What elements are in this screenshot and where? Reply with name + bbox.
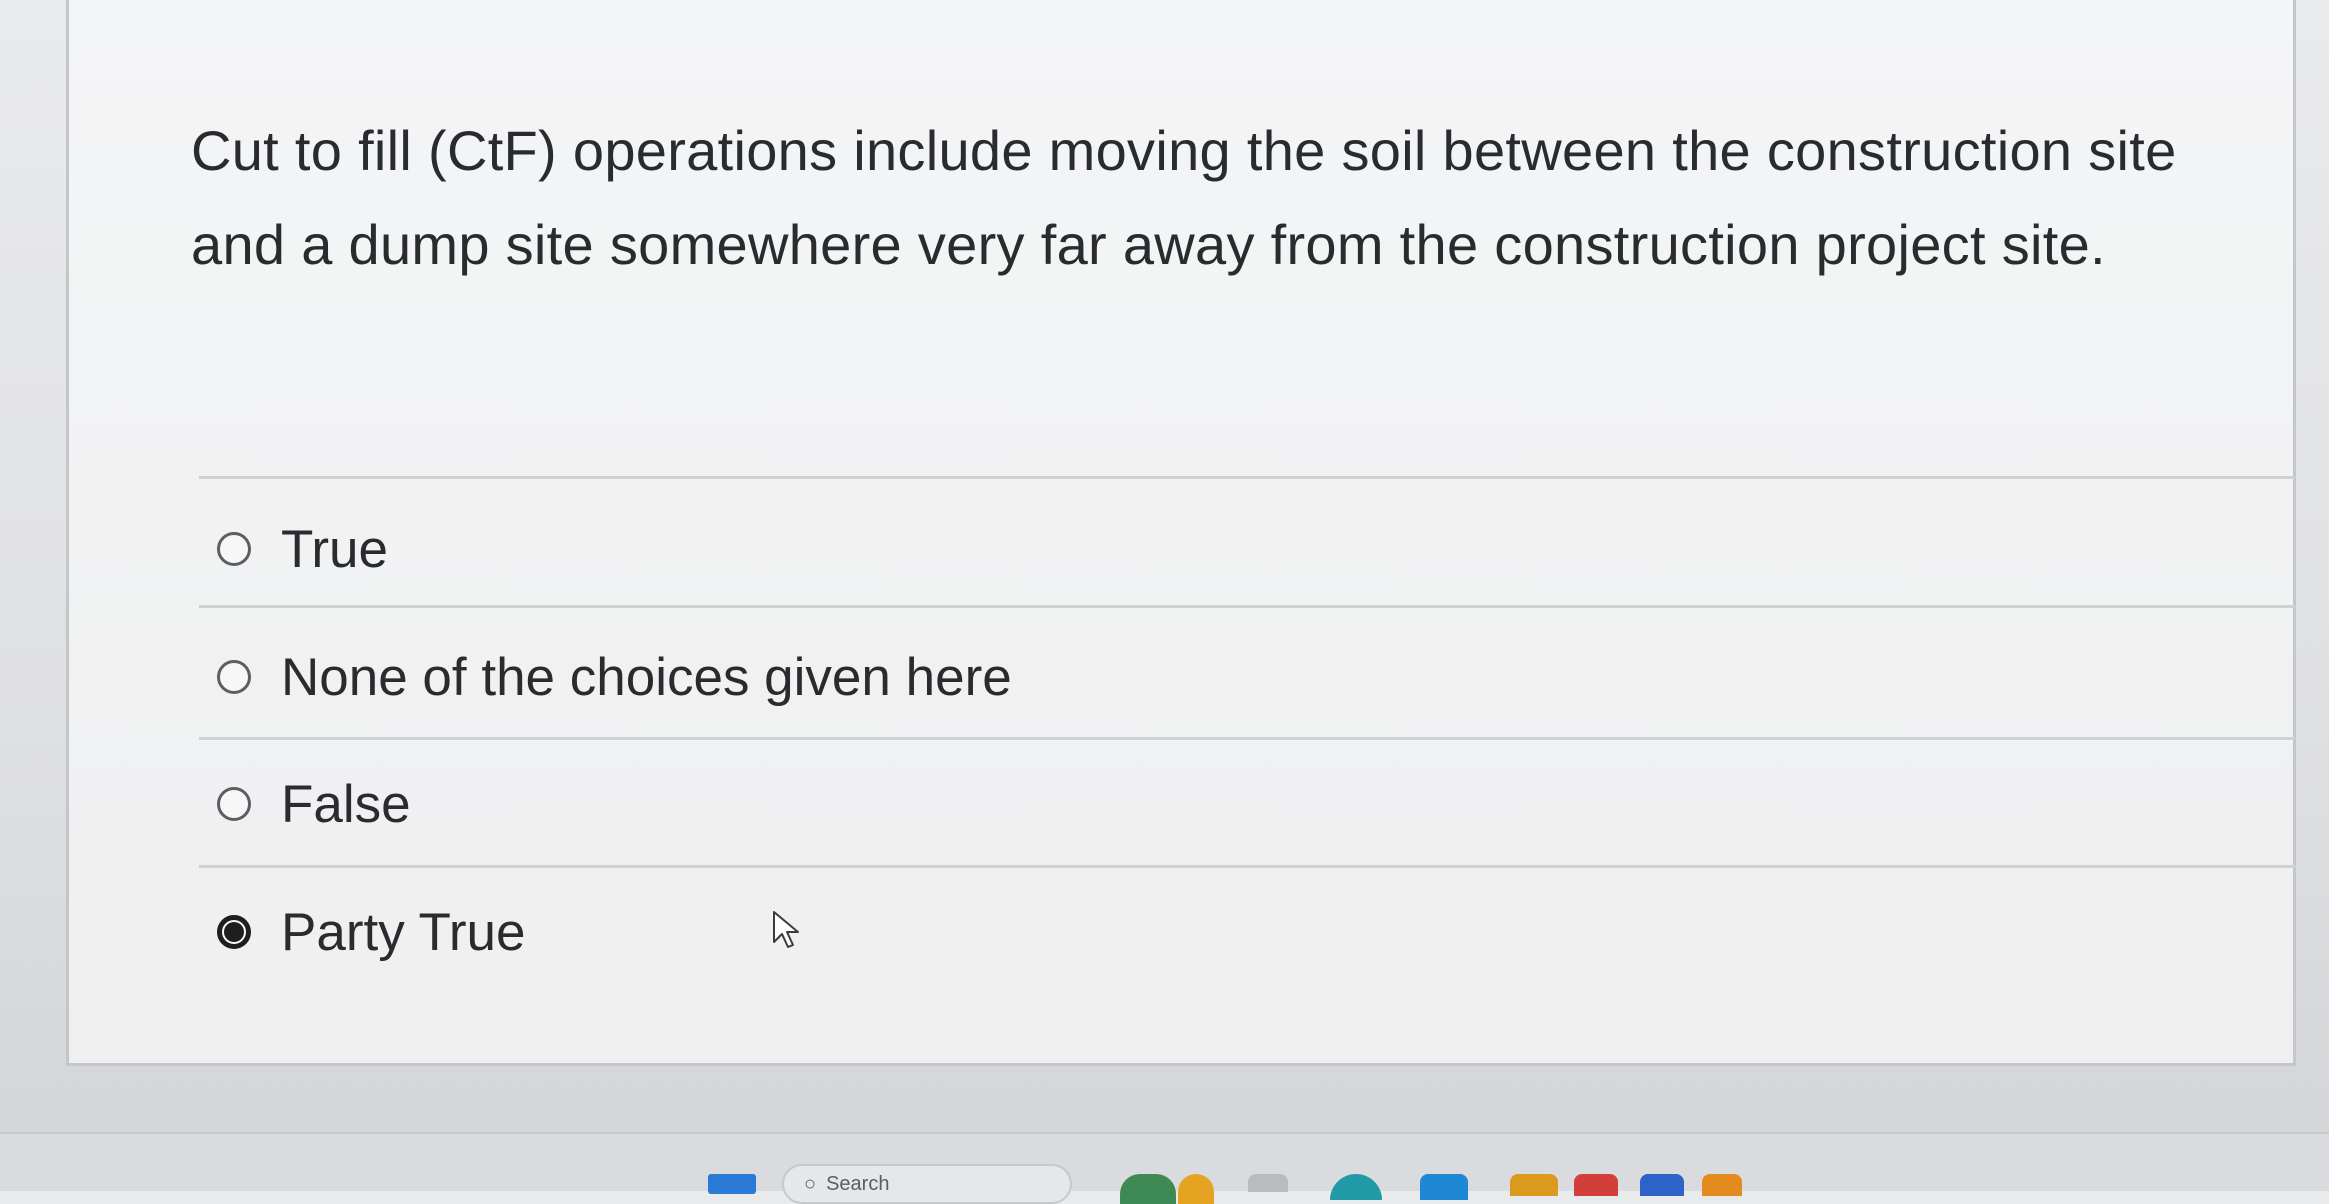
app-icon[interactable] [1120, 1174, 1176, 1204]
option-label: None of the choices given here [281, 647, 1012, 707]
app-icon[interactable] [1248, 1174, 1288, 1192]
file-explorer-icon[interactable] [1510, 1174, 1558, 1196]
app-icon[interactable] [1702, 1174, 1742, 1196]
edge-browser-icon[interactable] [1330, 1174, 1382, 1200]
radio-button-selected[interactable] [217, 915, 251, 949]
taskbar-search-box[interactable]: ○ Search [782, 1164, 1072, 1204]
option-label: Party True [281, 902, 526, 962]
divider [199, 605, 2295, 608]
radio-dot [224, 922, 244, 942]
question-card: Cut to fill (CtF) operations include mov… [66, 0, 2296, 1066]
option-label: True [281, 519, 389, 579]
app-icon[interactable] [1574, 1174, 1618, 1196]
radio-button[interactable] [217, 532, 251, 566]
search-placeholder: Search [826, 1172, 890, 1195]
question-text: Cut to fill (CtF) operations include mov… [191, 119, 2177, 276]
answer-option-party-true[interactable]: Party True [217, 887, 525, 977]
answer-option-true[interactable]: True [217, 504, 388, 594]
divider [199, 737, 2295, 740]
answer-option-false[interactable]: False [217, 759, 411, 849]
app-icon[interactable] [1420, 1174, 1468, 1200]
search-icon: ○ [804, 1172, 817, 1195]
mouse-pointer-icon [773, 911, 799, 948]
divider [199, 476, 2295, 479]
app-icon[interactable] [1640, 1174, 1684, 1196]
answer-option-none[interactable]: None of the choices given here [217, 632, 1012, 722]
divider [199, 865, 2295, 868]
radio-button[interactable] [217, 660, 251, 694]
option-label: False [281, 774, 411, 834]
app-icon[interactable] [1178, 1174, 1214, 1204]
taskbar: ○ Search [0, 1132, 2329, 1204]
windows-start-icon[interactable] [708, 1174, 756, 1194]
radio-button[interactable] [217, 787, 251, 821]
